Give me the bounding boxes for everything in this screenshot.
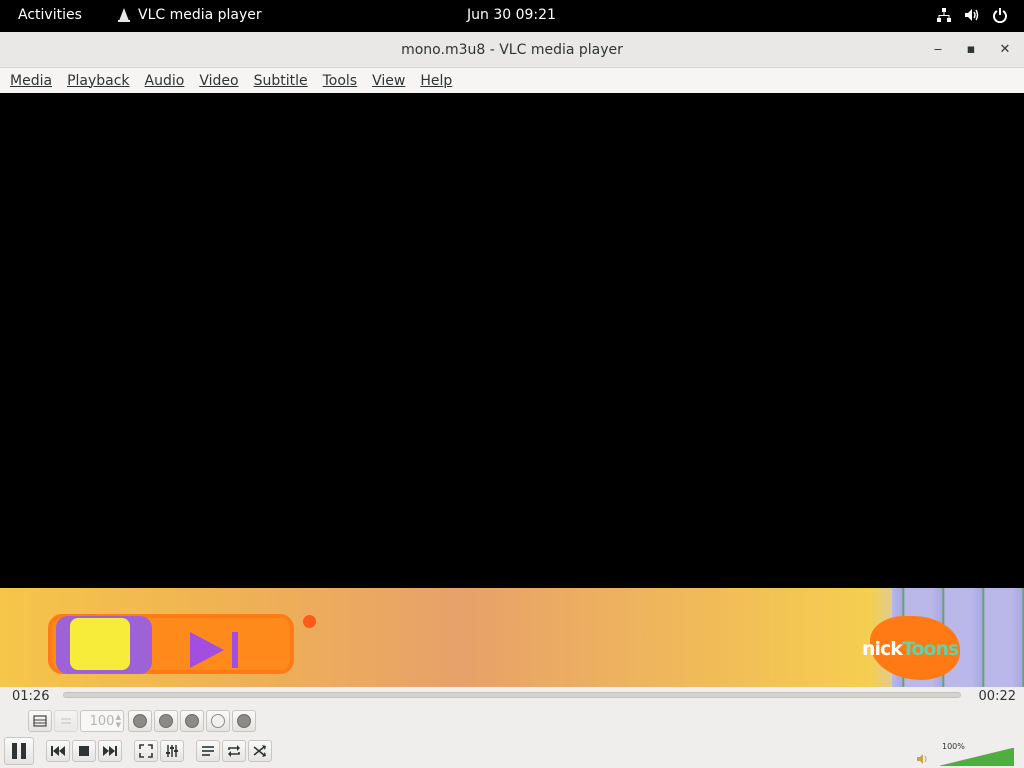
speed-spinbox[interactable]: 100 ▲ ▼: [80, 710, 124, 732]
window-titlebar[interactable]: mono.m3u8 - VLC media player ‒ ▪ ✕: [0, 32, 1024, 68]
system-tray[interactable]: [936, 7, 1008, 24]
fullscreen-icon: [139, 744, 153, 758]
menu-video[interactable]: Video: [199, 73, 238, 89]
advanced-controls: 100 ▲ ▼: [28, 710, 258, 732]
vlc-cone-icon: [118, 8, 130, 22]
snapshot-icon[interactable]: [54, 710, 78, 732]
frame-step-icon[interactable]: [154, 710, 178, 732]
stop-icon: [79, 746, 89, 756]
volume-slider[interactable]: [940, 748, 1014, 766]
logo-text-part1: nick: [862, 638, 903, 660]
pause-icon: [12, 743, 26, 759]
app-menu[interactable]: VLC media player: [118, 7, 262, 23]
maximize-button[interactable]: ▪: [962, 41, 980, 59]
speed-value: 100: [89, 713, 115, 729]
menu-tools[interactable]: Tools: [323, 73, 358, 89]
character-image: [56, 616, 152, 674]
volume-control[interactable]: 100%: [916, 742, 1016, 766]
network-icon[interactable]: [936, 7, 952, 23]
extended-settings-button[interactable]: [160, 740, 184, 762]
shuffle-button[interactable]: [248, 740, 272, 762]
volume-icon[interactable]: [964, 7, 980, 23]
gnome-top-bar: Activities VLC media player Jun 30 09:21: [0, 0, 1024, 32]
spinbox-arrows-icon[interactable]: ▲ ▼: [116, 713, 121, 729]
logo-text-part2: Toons: [901, 638, 959, 660]
loop-ab-icon[interactable]: [128, 710, 152, 732]
video-display[interactable]: [0, 93, 1024, 588]
channel-logo: nickToons: [862, 638, 959, 660]
pause-button[interactable]: [4, 737, 34, 765]
window-title: mono.m3u8 - VLC media player: [401, 42, 623, 58]
orange-dot: [303, 615, 316, 628]
elapsed-time[interactable]: 01:26: [12, 689, 49, 704]
menu-media[interactable]: Media: [10, 73, 52, 89]
promo-badge: [48, 614, 294, 674]
close-button[interactable]: ✕: [996, 41, 1014, 59]
app-name: VLC media player: [138, 7, 262, 23]
seek-bar[interactable]: [63, 692, 961, 698]
next-icon: [103, 746, 117, 756]
next-button[interactable]: [98, 740, 122, 762]
menu-audio[interactable]: Audio: [145, 73, 185, 89]
playlist-button[interactable]: [196, 740, 220, 762]
menu-playback[interactable]: Playback: [67, 73, 129, 89]
stop-after-icon[interactable]: [232, 710, 256, 732]
minimize-button[interactable]: ‒: [929, 41, 947, 59]
shuffle-icon: [253, 745, 266, 757]
previous-button[interactable]: [46, 740, 70, 762]
clock[interactable]: Jun 30 09:21: [467, 7, 556, 23]
toggle-dot-icon[interactable]: [206, 710, 230, 732]
fullscreen-button[interactable]: [134, 740, 158, 762]
menu-help[interactable]: Help: [420, 73, 452, 89]
remaining-time[interactable]: 00:22: [979, 689, 1016, 704]
speaker-icon[interactable]: [916, 750, 930, 768]
effects-dot-icon[interactable]: [180, 710, 204, 732]
activities-button[interactable]: Activities: [18, 7, 82, 23]
menu-bar: Media Playback Audio Video Subtitle Tool…: [0, 68, 1024, 93]
video-frame-banner: nickToons: [0, 588, 1024, 687]
previous-icon: [51, 746, 65, 756]
menu-subtitle[interactable]: Subtitle: [254, 73, 308, 89]
equalizer-icon: [166, 745, 178, 757]
main-controls: [4, 737, 274, 765]
playlist-icon: [202, 746, 214, 756]
promo-play-icon: [190, 632, 238, 668]
record-icon[interactable]: [28, 710, 52, 732]
power-icon[interactable]: [992, 7, 1008, 24]
loop-button[interactable]: [222, 740, 246, 762]
menu-view[interactable]: View: [372, 73, 405, 89]
seek-bar-fill: [64, 693, 781, 697]
player-controls: 01:26 00:22 100 ▲ ▼ 100%: [0, 687, 1024, 768]
loop-icon: [228, 745, 240, 757]
stop-button[interactable]: [72, 740, 96, 762]
